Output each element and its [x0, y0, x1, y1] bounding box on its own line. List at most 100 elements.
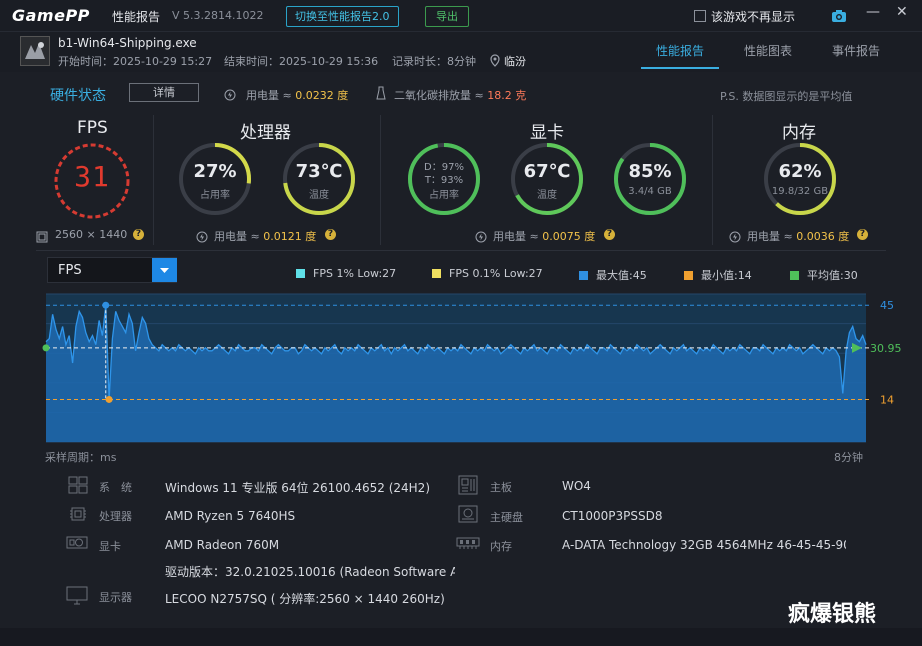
chevron-down-icon[interactable]	[152, 258, 177, 282]
fps-area-chart: 45 30.95 14	[42, 293, 902, 443]
gpu-usage-label: 占用率	[429, 190, 459, 201]
power-icon	[196, 228, 208, 247]
help-icon[interactable]: ?	[325, 229, 336, 240]
cpu-usage-value: 27%	[193, 161, 237, 182]
co2-icon	[376, 85, 386, 104]
memory-title: 内存	[782, 123, 816, 143]
max-point-marker	[102, 301, 110, 309]
legend-fps-01-low: FPS 0.1% Low:27	[432, 267, 543, 280]
cpu-usage-label: 占用率	[200, 190, 230, 201]
divider	[153, 115, 154, 245]
divider	[712, 115, 713, 245]
gpu-power-value: 0.0075 度	[542, 230, 596, 243]
disk-value: CT1000P3PSSD8	[562, 509, 663, 523]
disk-icon	[458, 505, 478, 527]
gamepp-logo: GamePP	[12, 6, 90, 25]
exe-name: b1-Win64-Shipping.exe	[58, 36, 197, 50]
x-axis-label: 采样周期：ms	[45, 451, 117, 464]
power-icon	[729, 228, 741, 247]
power-icon	[475, 228, 487, 247]
watermark-text: 疯爆银熊	[788, 602, 877, 627]
gpu-power-label: 用电量 ≈	[493, 230, 539, 243]
help-icon[interactable]: ?	[133, 229, 144, 240]
legend-swatch	[432, 269, 441, 278]
legend-avg: 平均值:30	[790, 267, 858, 283]
avg-start-marker	[42, 344, 50, 352]
display-label: 显示器	[99, 591, 132, 604]
cpu-temp-label: 温度	[309, 190, 329, 201]
cpu-spec-value: AMD Ryzen 5 7640HS	[165, 509, 296, 523]
game-icon	[20, 36, 50, 66]
hardware-status-title: 硬件状态	[50, 88, 106, 104]
gpu-temp-value: 67℃	[523, 161, 571, 182]
camera-icon[interactable]	[831, 8, 847, 27]
motherboard-icon	[458, 475, 478, 499]
resolution-label: 2560 × 1440	[55, 228, 128, 241]
switch-report-button[interactable]: 切换至性能报告2.0	[286, 6, 399, 27]
os-label: 系 统	[99, 481, 132, 494]
no-show-checkbox[interactable]	[694, 10, 706, 22]
legend-swatch	[684, 271, 693, 280]
os-value: Windows 11 专业版 64位 26100.4652 (24H2)	[165, 481, 430, 495]
help-icon[interactable]: ?	[604, 229, 615, 240]
total-power-value: 0.0232 度	[295, 89, 349, 102]
location-icon	[490, 52, 500, 71]
gpu-title: 显卡	[530, 123, 564, 143]
location-label: 临汾	[504, 55, 526, 68]
export-button[interactable]: 导出	[425, 6, 469, 27]
legend-swatch	[579, 271, 588, 280]
tab-performance-report[interactable]: 性能报告	[656, 42, 704, 59]
co2-label: 二氧化碳排放量 ≈	[394, 89, 484, 102]
end-time: 结束时间：2025-10-29 15:36	[224, 55, 379, 68]
tab-performance-chart[interactable]: 性能图表	[744, 42, 792, 59]
windows-icon	[68, 476, 88, 498]
power-icon	[224, 86, 236, 105]
metric-select[interactable]: FPS	[47, 257, 177, 283]
motherboard-label: 主板	[490, 481, 512, 494]
metric-select-value: FPS	[58, 263, 82, 278]
min-reference-line-label: 14	[880, 393, 894, 406]
no-show-label: 该游戏不再显示	[711, 10, 796, 24]
gpu-icon	[66, 535, 88, 555]
legend-swatch	[790, 271, 799, 280]
cpu-power-label: 用电量 ≈	[214, 230, 260, 243]
tab-event-report[interactable]: 事件报告	[832, 42, 880, 59]
cpu-temp-value: 73℃	[295, 161, 343, 182]
min-point-marker	[105, 395, 113, 403]
co2-value: 18.2 克	[487, 89, 527, 102]
gpu-spec-value: AMD Radeon 760M	[165, 538, 280, 552]
chart-average-note: P.S. 数据图显示的是平均值	[720, 90, 853, 103]
cpu-icon	[68, 505, 88, 527]
close-icon[interactable]: ✕	[896, 4, 908, 20]
fps-title: FPS	[77, 118, 108, 138]
legend-min: 最小值:14	[684, 267, 752, 283]
gpu-t-usage: T：93%	[424, 175, 464, 186]
legend-swatch	[296, 269, 305, 278]
x-axis-end-label: 8分钟	[834, 451, 863, 464]
gpu-spec-label: 显卡	[99, 540, 121, 553]
divider	[380, 115, 381, 245]
details-button[interactable]: 详情	[129, 83, 199, 102]
memory-power-label: 用电量 ≈	[747, 230, 793, 243]
gpu-vram-value: 85%	[628, 161, 672, 182]
window-title: 性能报告	[112, 10, 161, 24]
motherboard-value: WO4	[562, 479, 591, 493]
minimize-icon[interactable]: —	[866, 4, 880, 20]
resolution-icon	[36, 228, 48, 247]
legend-max: 最大值:45	[579, 267, 647, 283]
taskbar-strip	[0, 628, 922, 646]
cpu-power-value: 0.0121 度	[263, 230, 317, 243]
display-value: LECOO N2757SQ ( 分辨率:2560 × 1440 260Hz)	[165, 592, 445, 606]
version-label: V 5.3.2814.1022	[172, 9, 264, 22]
memory-usage-value: 62%	[778, 161, 822, 182]
help-icon[interactable]: ?	[857, 229, 868, 240]
gpu-driver-version: 驱动版本：32.0.21025.10016 (Radeon Software A…	[165, 565, 455, 579]
gpu-temp-label: 温度	[537, 190, 557, 201]
duration: 记录时长：8分钟	[392, 55, 476, 68]
legend-fps-1-low: FPS 1% Low:27	[296, 267, 396, 280]
cpu-title: 处理器	[240, 123, 291, 143]
divider	[36, 250, 886, 251]
total-power-label: 用电量 ≈	[246, 89, 292, 102]
ram-icon	[456, 535, 480, 554]
gpu-vram-sub: 3.4/4 GB	[628, 186, 672, 197]
